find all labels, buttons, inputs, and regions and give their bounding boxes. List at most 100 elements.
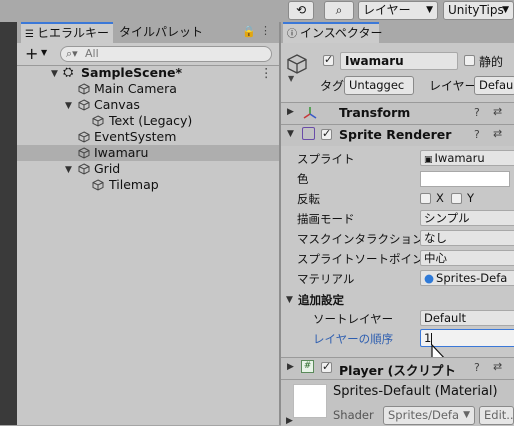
list-item[interactable]: Tilemap (17, 177, 279, 193)
help-icon[interactable]: ? (474, 128, 480, 141)
list-item[interactable]: Main Camera (17, 81, 279, 97)
list-item-label: Tilemap (109, 177, 159, 192)
sprite-value: Iwamaru (434, 151, 485, 165)
list-item-label: Canvas (94, 97, 140, 112)
lock-icon[interactable]: 🔒 (242, 25, 256, 38)
list-item[interactable]: ▼ Canvas (17, 97, 279, 113)
search-icon: ⌕ (335, 3, 343, 17)
hierarchy-toolbar: + ▼ ⌕▾ All (17, 43, 279, 66)
transform-title: Transform (339, 105, 411, 120)
gameobject-cube-icon (78, 147, 90, 159)
draw-mode-dropdown[interactable]: シンプル (420, 210, 514, 226)
material-preview-thumbnail (293, 384, 327, 418)
preset-icon[interactable]: ⇄ (493, 360, 502, 373)
list-item[interactable]: ▼ Grid (17, 161, 279, 177)
order-in-layer-label: レイヤーの順序 (313, 332, 394, 346)
color-swatch[interactable] (420, 171, 510, 187)
active-checkbox[interactable] (323, 53, 334, 66)
history-icon: ⟲ (295, 3, 307, 17)
shader-dropdown[interactable]: Sprites/Defa ▼ (383, 406, 475, 425)
tab-hierarchy-label: ヒエラルキー (36, 26, 109, 40)
player-script-header[interactable]: ▶ # Player (スクリプト ? ⇄ (281, 357, 514, 379)
sprite-renderer-header[interactable]: ▼ Sprite Renderer ? ⇄ (281, 124, 514, 146)
sorting-layer-value: Default (424, 311, 467, 325)
layer-value: Defau (479, 78, 514, 92)
inspector-tabbar: ⓘ インスペクター (281, 22, 514, 43)
sorting-layer-dropdown[interactable]: Default (420, 310, 514, 326)
draw-mode-label: 描画モード (297, 212, 355, 226)
material-sphere-icon: ● (424, 271, 435, 285)
expand-triangle-icon[interactable]: ▼ (65, 162, 72, 178)
list-item[interactable]: Text (Legacy) (17, 113, 279, 129)
color-label: 色 (297, 172, 309, 186)
chevron-down-icon: ▼ (463, 410, 470, 420)
flip-label: 反転 (297, 192, 320, 206)
sprite-field[interactable]: ▣ Iwamaru (420, 150, 514, 166)
sprite-renderer-title: Sprite Renderer (339, 127, 452, 142)
object-name-input[interactable]: Iwamaru (340, 52, 458, 70)
expand-triangle-icon[interactable]: ▼ (287, 129, 294, 139)
preset-icon[interactable]: ⇄ (493, 127, 502, 140)
history-button[interactable]: ⟲ (288, 1, 314, 20)
sprite-label: スプライト (297, 152, 355, 166)
more-menu-icon[interactable]: ⋮ (260, 65, 273, 81)
transform-header[interactable]: ▶ Transform ? ⇄ (281, 102, 514, 124)
flip-y-checkbox[interactable] (451, 193, 462, 204)
sprite-renderer-enabled-checkbox[interactable] (321, 127, 332, 140)
shader-label: Shader (333, 408, 374, 422)
add-button[interactable]: + (25, 44, 38, 63)
search-icon: ⌕▾ (66, 47, 78, 60)
mask-interaction-value: なし (424, 231, 447, 245)
tab-inspector[interactable]: ⓘ インスペクター (283, 22, 383, 43)
expand-triangle-icon[interactable]: ▼ (51, 66, 58, 82)
material-value: Sprites-Defa (436, 271, 508, 285)
tab-hierarchy[interactable]: ☰ ヒエラルキー (21, 22, 113, 43)
expand-triangle-icon[interactable]: ▶ (287, 107, 294, 117)
flip-x-checkbox[interactable] (420, 193, 431, 204)
player-title: Player (スクリプト (339, 363, 456, 378)
material-label: マテリアル (297, 272, 355, 286)
sort-point-dropdown[interactable]: 中心 (420, 250, 514, 266)
tag-label: タグ (320, 79, 345, 93)
list-item-label: Iwamaru (94, 145, 149, 160)
list-item-label: Text (Legacy) (109, 113, 193, 128)
chevron-down-icon[interactable]: ▼ (41, 48, 47, 57)
layout-label: UnityTips (448, 3, 504, 17)
info-icon: ⓘ (287, 29, 297, 40)
list-icon: ☰ (25, 29, 34, 40)
help-icon[interactable]: ? (474, 106, 480, 119)
tab-tile-palette[interactable]: タイルパレット (115, 22, 205, 43)
static-checkbox[interactable] (464, 55, 475, 66)
layers-dropdown[interactable]: レイヤー ▼ (358, 1, 438, 20)
edit-shader-button[interactable]: Edit... (479, 406, 514, 425)
hierarchy-search-input[interactable]: ⌕▾ All (60, 46, 272, 62)
sprite-renderer-icon (302, 127, 315, 140)
edit-label: Edit... (484, 408, 514, 422)
tag-dropdown[interactable]: Untaggec (344, 76, 414, 95)
more-menu-icon[interactable]: ⋮ (260, 24, 271, 37)
player-enabled-checkbox[interactable] (321, 360, 332, 373)
expand-triangle-icon[interactable]: ▶ (287, 362, 294, 372)
sort-point-label: スプライトソートポイント (297, 252, 435, 266)
gameobject-cube-icon (287, 54, 307, 74)
search-button[interactable]: ⌕ (324, 1, 354, 20)
list-item[interactable]: ▼ ⛭ SampleScene* ⋮ (17, 65, 279, 81)
layers-label: レイヤー (363, 3, 411, 17)
additional-settings-foldout[interactable]: 追加設定 (298, 292, 344, 308)
draw-mode-value: シンプル (424, 211, 470, 225)
layout-dropdown[interactable]: UnityTips ▼ (443, 1, 514, 20)
gameobject-cube-icon (78, 163, 90, 175)
layer-dropdown[interactable]: Defau (474, 76, 514, 95)
chevron-down-icon[interactable]: ▼ (288, 74, 294, 83)
mask-interaction-label: マスクインタラクション (297, 232, 424, 246)
list-item[interactable]: EventSystem (17, 129, 279, 145)
material-field[interactable]: ● Sprites-Defa (420, 270, 514, 286)
preset-icon[interactable]: ⇄ (493, 105, 502, 118)
expand-triangle-icon[interactable]: ▼ (286, 295, 293, 305)
tab-inspector-label: インスペクター (300, 26, 383, 40)
mask-interaction-dropdown[interactable]: なし (420, 230, 514, 246)
static-label: 静的 (479, 55, 504, 69)
help-icon[interactable]: ? (474, 361, 480, 374)
expand-triangle-icon[interactable]: ▼ (65, 98, 72, 114)
list-item-selected[interactable]: Iwamaru (17, 145, 279, 161)
